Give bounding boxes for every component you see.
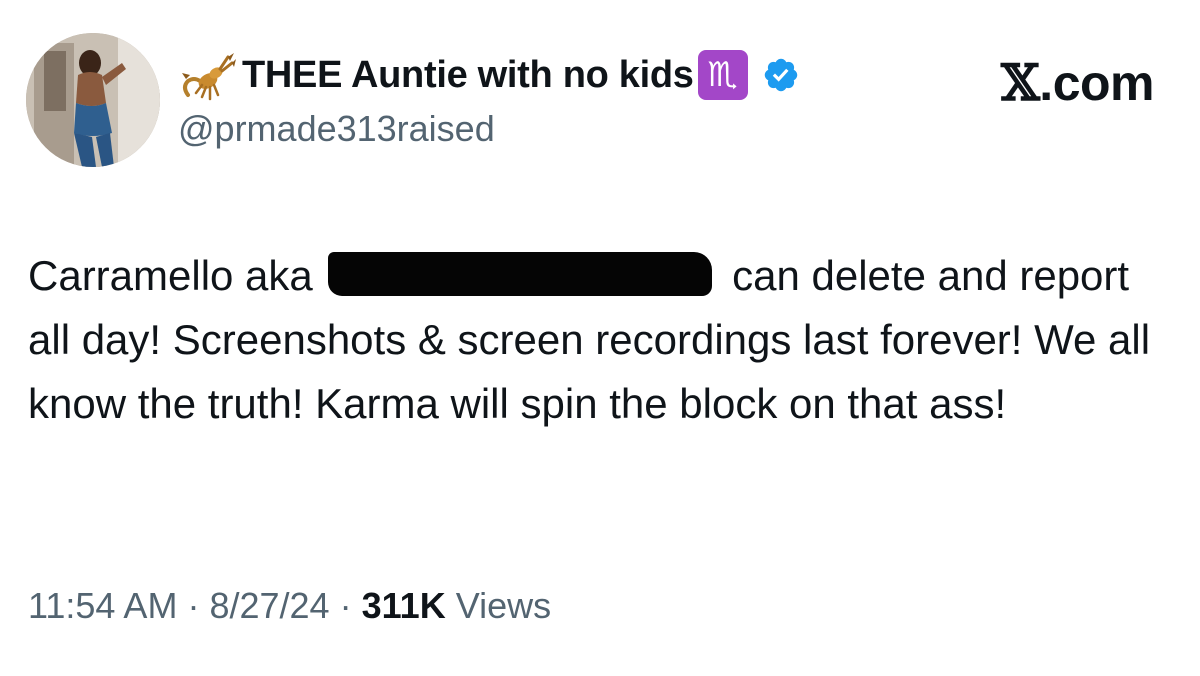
author-display-name[interactable]: THEE Auntie with no kids — [242, 54, 694, 97]
avatar[interactable] — [26, 33, 160, 167]
scorpion-icon — [178, 47, 236, 103]
x-logo-icon: 𝕏 — [1001, 53, 1040, 112]
site-watermark: 𝕏.com — [1001, 53, 1154, 112]
tweet-card: THEE Auntie with no kids ♏ @prmade313rai… — [0, 0, 1200, 676]
author-handle[interactable]: @prmade313raised — [178, 108, 1078, 150]
site-label-text: .com — [1039, 55, 1154, 111]
tweet-text-start: Carramello aka — [28, 252, 313, 299]
scorpio-zodiac-icon: ♏ — [697, 50, 748, 100]
meta-separator: · — [187, 585, 200, 626]
tweet-time[interactable]: 11:54 AM — [28, 585, 177, 626]
tweet-text: Carramello aka can delete and report all… — [28, 244, 1168, 436]
tweet-meta: 11:54 AM · 8/27/24 · 311K Views — [28, 585, 551, 627]
author-name-row[interactable]: THEE Auntie with no kids ♏ — [178, 44, 1078, 106]
tweet-header: THEE Auntie with no kids ♏ @prmade313rai… — [178, 44, 1078, 150]
tweet-date[interactable]: 8/27/24 — [209, 585, 329, 626]
meta-separator: · — [339, 585, 352, 626]
avatar-photo — [26, 33, 160, 167]
views-label[interactable]: Views — [456, 585, 551, 626]
views-count[interactable]: 311K — [362, 585, 446, 626]
verified-badge-icon — [762, 56, 800, 94]
redaction-mark — [328, 252, 713, 296]
